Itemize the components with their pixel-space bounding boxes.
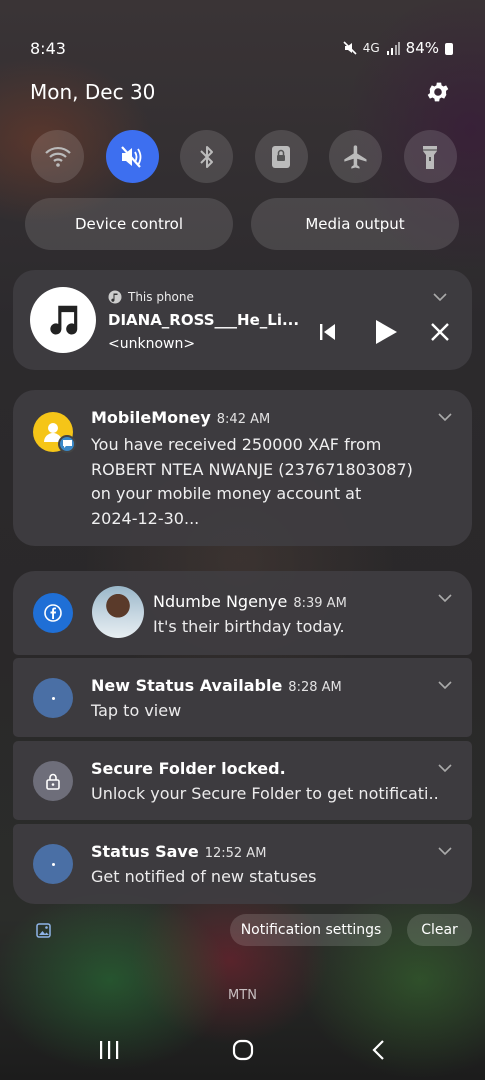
media-title: DIANA_ROSS___He_Li... [108,311,300,329]
recent-apps-icon[interactable] [98,1040,120,1060]
chevron-down-icon[interactable] [438,593,452,603]
mobile-money-notification[interactable]: MobileMoney 8:42 AM You have received 250… [13,390,472,546]
status-save-time: 12:52 AM [204,846,267,861]
lock-icon [46,773,60,790]
avatar [92,586,144,638]
bluetooth-toggle[interactable] [180,130,233,183]
mobile-money-line-3: on your mobile money account at [91,484,362,503]
status-save-text: Get notified of new statuses [91,867,317,886]
battery-icon [445,43,453,55]
mobile-money-message: You have received 250000 XAF from ROBERT… [91,433,413,531]
back-icon[interactable] [371,1039,387,1061]
media-output-button[interactable]: Media output [251,198,459,250]
media-artist: <unknown> [108,336,196,352]
mobile-money-app-name: MobileMoney [91,408,211,427]
rotation-lock-icon [272,145,290,168]
mute-icon [343,41,357,55]
chevron-down-icon[interactable] [433,292,447,302]
image-icon[interactable] [36,923,51,938]
facebook-notification[interactable]: Ndumbe Ngenye 8:39 AM It's their birthday… [13,571,472,655]
new-status-text: Tap to view [91,701,182,720]
airplane-mode-toggle[interactable] [329,130,382,183]
chat-bubble-icon [62,440,72,448]
secure-folder-app-icon [33,761,73,801]
music-source-icon [108,290,122,304]
home-icon[interactable] [232,1039,254,1061]
notification-settings-button[interactable]: Notification settings [230,914,392,946]
status-save-header: Status Save 12:52 AM [91,842,266,861]
status-save-title: Status Save [91,842,199,861]
sound-toggle[interactable] [105,130,159,183]
new-status-time: 8:28 AM [288,680,342,695]
chevron-down-icon[interactable] [438,680,452,690]
dot-icon [51,862,55,866]
flashlight-toggle[interactable] [403,130,457,183]
flashlight-icon [423,145,437,169]
status-save-notification[interactable]: Status Save 12:52 AM Get notified of new … [13,824,472,904]
facebook-sender: Ndumbe Ngenye [153,592,288,611]
airplane-icon [343,144,366,169]
battery-percent: 84% [405,39,439,57]
media-player-card: This phone DIANA_ROSS___He_Li... <unknow… [13,270,472,370]
status-app-icon [33,678,73,718]
status-time: 8:43 [30,39,66,58]
secure-folder-notification[interactable]: Secure Folder locked. Unlock your Secure… [13,741,472,820]
secure-folder-text: Unlock your Secure Folder to get notific… [91,784,439,803]
mobile-money-header: MobileMoney 8:42 AM [91,408,270,427]
rotation-lock-toggle[interactable] [254,130,308,183]
message-badge-icon [58,435,76,453]
mobile-money-time: 8:42 AM [216,412,271,427]
album-art [30,287,96,353]
carrier-label: MTN [228,988,257,1003]
mobile-money-line-1: You have received 250000 XAF from [91,435,382,454]
new-status-notification[interactable]: New Status Available 8:28 AM Tap to view [13,658,472,737]
navigation-bar [0,1030,485,1070]
media-source-label: This phone [128,290,194,304]
settings-gear-icon[interactable] [425,79,451,105]
dot-icon [51,696,55,700]
mobile-money-line-2: ROBERT NTEA NWANJE (237671803087) [91,459,413,479]
status-icons: 4G 84% [343,39,453,57]
previous-track-icon[interactable] [318,322,338,342]
chevron-down-icon[interactable] [438,412,452,422]
facebook-app-icon [33,593,73,633]
quick-settings-row [31,130,457,183]
facebook-time: 8:39 AM [293,596,347,611]
close-icon[interactable] [430,322,450,342]
mobile-money-line-4: 2024-12-30... [91,508,200,528]
new-status-title: New Status Available [91,676,283,695]
facebook-icon [44,604,62,622]
clear-button[interactable]: Clear [407,914,472,946]
secure-folder-title: Secure Folder locked. [91,759,286,778]
chevron-down-icon[interactable] [438,763,452,773]
date-label: Mon, Dec 30 [30,80,156,104]
sound-mute-icon [121,145,142,168]
network-type: 4G [362,41,380,55]
facebook-header: Ndumbe Ngenye 8:39 AM [153,592,347,611]
music-note-icon [50,305,78,335]
facebook-text: It's their birthday today. [153,617,345,636]
bluetooth-icon [199,145,213,168]
wifi-toggle[interactable] [31,130,84,183]
new-status-header: New Status Available 8:28 AM [91,676,342,695]
status-save-app-icon [33,844,73,884]
play-icon[interactable] [373,318,399,346]
device-control-button[interactable]: Device control [25,198,233,250]
signal-icon [386,41,400,55]
media-source: This phone [108,290,194,304]
chevron-down-icon[interactable] [438,846,452,856]
wifi-icon [44,146,71,167]
